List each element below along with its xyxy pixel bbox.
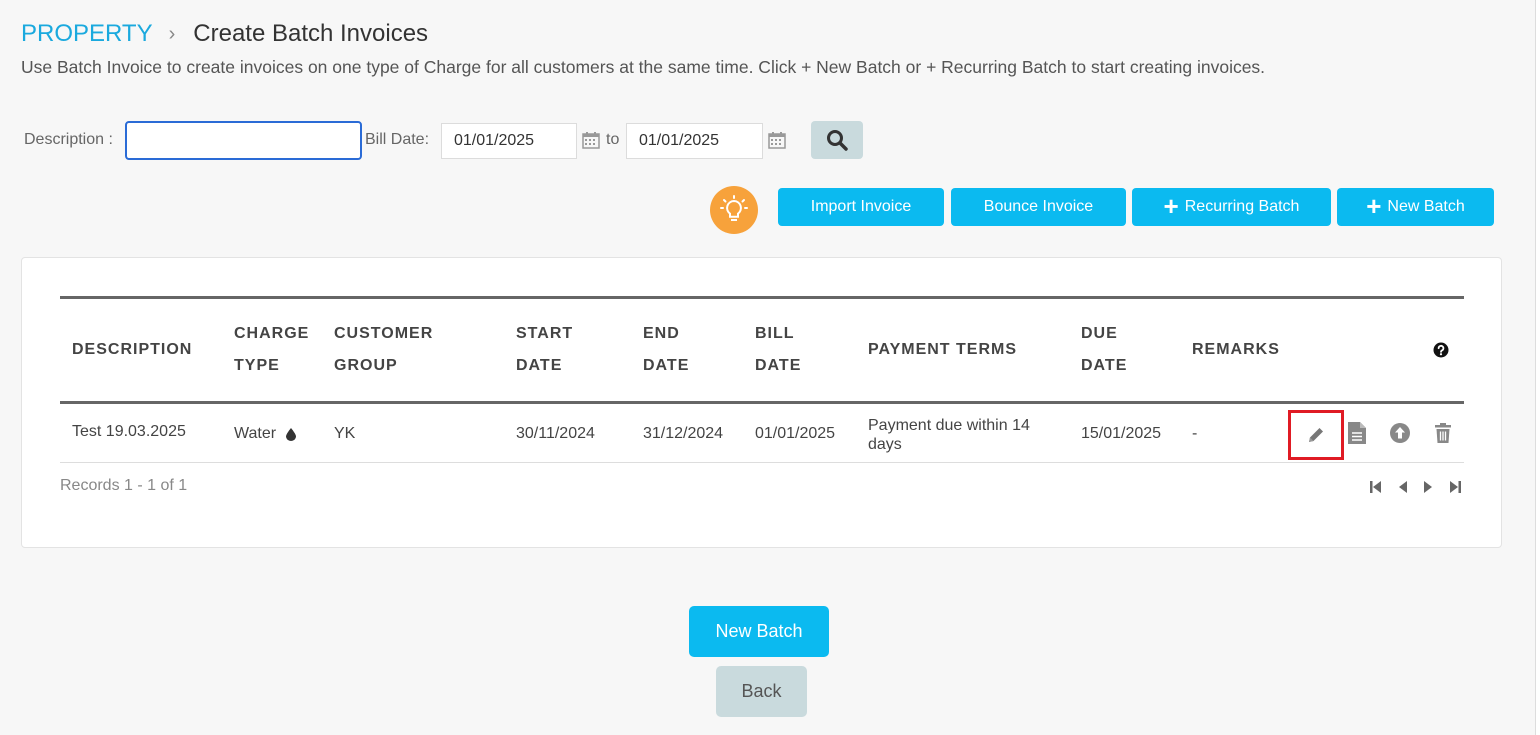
last-page-icon[interactable] <box>1448 479 1462 495</box>
calendar-icon[interactable] <box>768 131 786 149</box>
new-batch-button[interactable]: + New Batch <box>1337 188 1494 226</box>
cell-bill-date: 01/01/2025 <box>755 425 836 442</box>
column-header-bill-date: BILL DATE <box>755 318 801 382</box>
plus-icon: + <box>1163 191 1179 221</box>
back-button[interactable]: Back <box>716 666 807 717</box>
edit-button[interactable] <box>1288 410 1344 460</box>
cell-end-date: 31/12/2024 <box>643 425 724 442</box>
bounce-invoice-button[interactable]: Bounce Invoice <box>951 188 1126 226</box>
delete-button[interactable] <box>1431 421 1455 445</box>
header-line: DATE <box>643 357 690 374</box>
document-icon <box>1348 422 1366 444</box>
payment-terms-line: days <box>868 436 902 453</box>
help-icon[interactable] <box>1433 342 1449 358</box>
column-header-end-date: END DATE <box>643 318 689 382</box>
view-document-button[interactable] <box>1344 420 1370 446</box>
header-line: DATE <box>1081 357 1128 374</box>
page-title: Create Batch Invoices <box>193 20 429 47</box>
cell-due-date: 15/01/2025 <box>1081 425 1162 442</box>
table-row-divider <box>60 462 1464 463</box>
first-page-icon[interactable] <box>1369 479 1383 495</box>
header-line: TYPE <box>234 357 280 374</box>
bounce-invoice-label: Bounce Invoice <box>983 198 1094 215</box>
cell-start-date: 30/11/2024 <box>516 425 595 442</box>
lightbulb-icon <box>720 195 748 221</box>
breadcrumb: PROPERTY › Create Batch Invoices <box>21 20 428 48</box>
import-invoice-label: Import Invoice <box>810 198 912 215</box>
import-invoice-button[interactable]: Import Invoice <box>778 188 944 226</box>
bill-date-from-input[interactable] <box>441 123 577 159</box>
bill-date-to-input[interactable] <box>626 123 763 159</box>
pencil-icon <box>1309 428 1323 442</box>
search-button[interactable] <box>811 121 863 159</box>
next-page-icon[interactable] <box>1421 479 1435 495</box>
header-line: GROUP <box>334 357 398 374</box>
breadcrumb-property-link[interactable]: PROPERTY <box>21 20 153 48</box>
water-drop-icon <box>286 427 297 441</box>
new-batch-footer-button[interactable]: New Batch <box>689 606 829 657</box>
new-batch-label: New Batch <box>1387 198 1465 215</box>
column-header-description: DESCRIPTION <box>72 341 193 358</box>
trash-icon <box>1435 423 1451 443</box>
column-header-payment-terms: PAYMENT TERMS <box>868 341 1018 358</box>
cell-payment-terms: Payment due within 14 days <box>868 416 1030 454</box>
column-header-customer-group: CUSTOMER GROUP <box>334 318 433 382</box>
column-header-charge-type: CHARGE TYPE <box>234 318 309 382</box>
column-header-remarks: REMARKS <box>1192 341 1280 358</box>
page-description: Use Batch Invoice to create invoices on … <box>21 57 1266 77</box>
column-header-due-date: DUE DATE <box>1081 318 1127 382</box>
charge-type-value: Water <box>234 425 277 442</box>
column-header-start-date: START DATE <box>516 318 573 382</box>
description-input[interactable] <box>125 121 362 160</box>
header-line: BILL <box>755 325 795 342</box>
cell-charge-type: Water <box>234 425 297 443</box>
table-header-top-border <box>60 296 1464 299</box>
breadcrumb-separator: › <box>168 22 176 45</box>
calendar-icon[interactable] <box>582 131 600 149</box>
cell-description: Test 19.03.2025 <box>72 423 186 440</box>
cell-remarks: - <box>1192 425 1198 442</box>
previous-page-icon[interactable] <box>1396 479 1410 495</box>
records-count: Records 1 - 1 of 1 <box>60 477 188 494</box>
header-line: DATE <box>755 357 802 374</box>
description-label: Description : <box>24 131 113 148</box>
header-line: START <box>516 325 574 342</box>
header-line: DUE <box>1081 325 1118 342</box>
upload-button[interactable] <box>1388 421 1412 445</box>
table-header-bottom-border <box>60 401 1464 404</box>
back-label: Back <box>741 681 782 701</box>
arrow-up-circle-icon <box>1390 423 1410 443</box>
header-line: DATE <box>516 357 563 374</box>
scrollbar[interactable] <box>1535 0 1540 735</box>
to-label: to <box>606 131 620 148</box>
recurring-batch-button[interactable]: + Recurring Batch <box>1132 188 1331 226</box>
recurring-batch-label: Recurring Batch <box>1184 198 1300 215</box>
plus-icon: + <box>1366 191 1382 221</box>
tips-button[interactable] <box>710 186 758 234</box>
cell-customer-group: YK <box>334 425 356 442</box>
header-line: CHARGE <box>234 325 310 342</box>
new-batch-footer-label: New Batch <box>715 621 803 641</box>
header-line: END <box>643 325 680 342</box>
payment-terms-line: Payment due within 14 <box>868 417 1030 434</box>
bill-date-label: Bill Date: <box>365 131 430 148</box>
header-line: CUSTOMER <box>334 325 434 342</box>
search-icon <box>827 130 848 151</box>
